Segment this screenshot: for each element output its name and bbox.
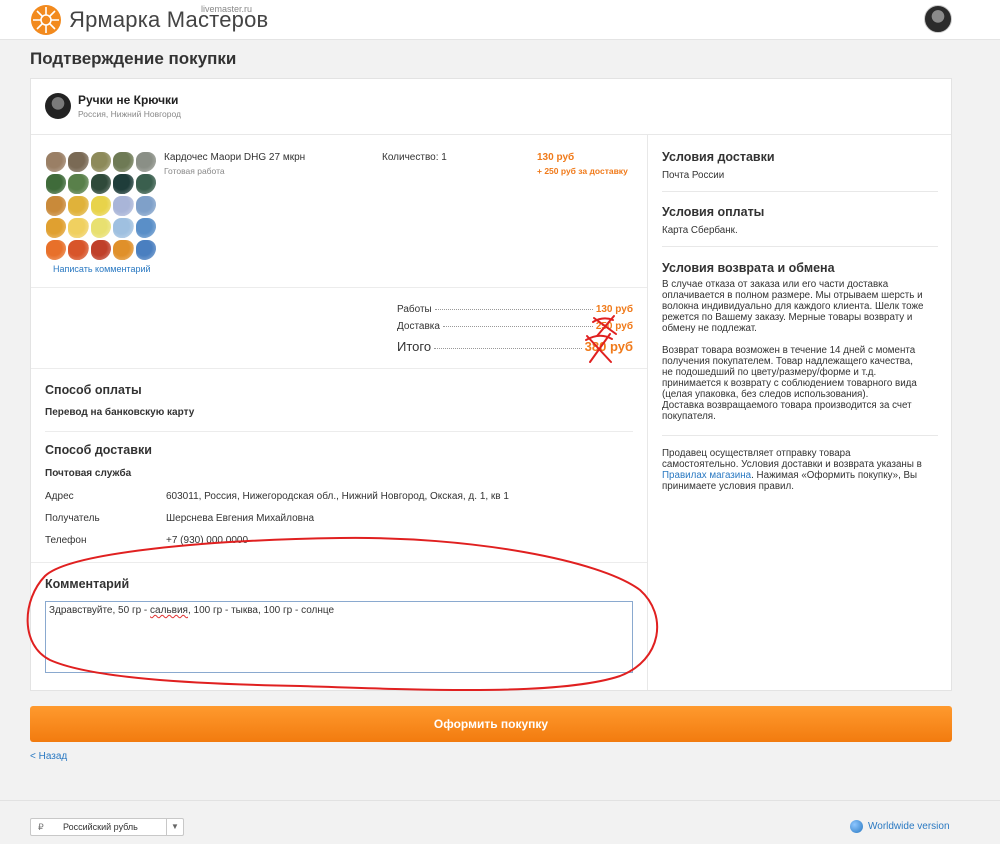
worldwide-version-link[interactable]: Worldwide version <box>850 820 950 833</box>
yarn-swatch <box>68 240 89 260</box>
yarn-swatch <box>135 240 156 260</box>
phone-label: Телефон <box>45 535 87 546</box>
comment-text-end: , 100 гр - тыква, 100 гр - солнце <box>187 605 335 616</box>
yarn-swatch <box>90 218 112 238</box>
yarn-swatch <box>68 218 89 238</box>
divider <box>662 246 938 247</box>
yarn-swatch <box>135 196 156 216</box>
payment-heading: Способ оплаты <box>45 383 142 397</box>
payment-method: Перевод на банковскую карту <box>45 407 195 418</box>
shop-rules-notice: Продавец осуществляет отправку товара са… <box>662 448 922 492</box>
footer: ₽ Российский рубль ▼ Worldwide version <box>0 800 1000 844</box>
divider <box>31 287 647 288</box>
user-avatar[interactable] <box>924 5 952 33</box>
ruble-icon: ₽ <box>38 822 44 832</box>
summary-works-label: Работы <box>397 304 432 315</box>
yarn-swatch <box>113 152 134 172</box>
top-bar: Ярмарка Мастеров livemaster.ru <box>0 0 1000 40</box>
write-comment-link[interactable]: Написать комментарий <box>53 264 151 274</box>
return-conditions-text-1: В случае отказа от заказа или его части … <box>662 279 924 334</box>
product-quantity: Количество: 1 <box>382 152 447 163</box>
yarn-swatch <box>113 174 134 194</box>
delivery-method: Почтовая служба <box>45 468 132 479</box>
yarn-swatch <box>68 196 89 216</box>
page-title: Подтверждение покупки <box>30 49 237 68</box>
payment-conditions-text: Карта Сбербанк. <box>662 225 738 236</box>
yarn-swatch <box>90 240 112 260</box>
payment-conditions-heading: Условия оплаты <box>662 205 765 219</box>
return-conditions-heading: Условия возврата и обмена <box>662 261 835 275</box>
yarn-swatch <box>135 218 156 238</box>
summary-total-row: Итого 380 руб <box>397 339 633 354</box>
yarn-swatch <box>113 240 134 260</box>
comment-misspelled-word: сальвия <box>150 605 188 616</box>
yarn-swatch <box>90 196 112 216</box>
comment-textarea[interactable]: Здравствуйте, 50 гр - сальвия, 100 гр - … <box>45 601 633 673</box>
currency-select[interactable]: ₽ Российский рубль ▼ <box>30 818 184 836</box>
seller-avatar[interactable] <box>45 93 71 119</box>
shop-rules-link[interactable]: Правилах магазина <box>662 470 751 481</box>
back-link[interactable]: < Назад <box>30 751 67 762</box>
comment-heading: Комментарий <box>45 577 130 591</box>
delivery-conditions-text: Почта России <box>662 170 725 181</box>
yarn-swatch <box>90 174 112 194</box>
seller-location: Россия, Нижний Новгород <box>78 109 181 119</box>
summary-delivery-value: 250 руб <box>595 321 633 332</box>
worldwide-version-label: Worldwide version <box>868 821 950 832</box>
recipient-value: Шерснева Евгения Михайловна <box>166 513 315 524</box>
delivery-conditions-heading: Условия доставки <box>662 150 775 164</box>
summary-works-value: 130 руб <box>595 304 633 315</box>
divider <box>31 562 647 563</box>
yarn-swatch <box>135 152 156 172</box>
address-label: Адрес <box>45 491 74 502</box>
comment-text-start: Здравствуйте, 50 гр - <box>49 605 151 616</box>
currency-selected-value: Российский рубль <box>63 822 138 832</box>
order-card: Ручки не Крючки Россия, Нижний Новгород … <box>30 78 952 691</box>
summary-delivery-row: Доставка 250 руб <box>397 321 633 332</box>
yarn-swatch <box>113 218 134 238</box>
recipient-label: Получатель <box>45 513 100 524</box>
yarn-swatch <box>46 240 67 260</box>
yarn-swatch <box>46 152 67 172</box>
summary-delivery-label: Доставка <box>397 321 440 332</box>
product-shipping-price: + 250 руб за доставку <box>537 166 628 176</box>
yarn-swatch <box>46 218 67 238</box>
delivery-heading: Способ доставки <box>45 443 152 457</box>
yarn-swatch <box>113 196 134 216</box>
checkout-button[interactable]: Оформить покупку <box>30 706 952 742</box>
column-divider <box>647 135 648 690</box>
yarn-swatch <box>90 152 112 172</box>
product-title[interactable]: Кардочес Маори DHG 27 мкрн <box>164 152 305 163</box>
summary-total-label: Итого <box>397 339 432 354</box>
logo-icon[interactable] <box>30 4 62 36</box>
divider <box>662 435 938 436</box>
divider <box>45 431 633 432</box>
return-conditions-text-2: Возврат товара возможен в течение 14 дне… <box>662 345 917 422</box>
product-subtitle: Готовая работа <box>164 166 225 176</box>
product-price: 130 руб <box>537 152 575 163</box>
brand-domain: livemaster.ru <box>201 4 253 14</box>
summary-works-row: Работы 130 руб <box>397 304 633 315</box>
divider <box>662 191 938 192</box>
summary-total-value: 380 руб <box>584 339 633 354</box>
yarn-swatch <box>135 174 156 194</box>
seller-header: Ручки не Крючки Россия, Нижний Новгород <box>31 79 951 135</box>
yarn-swatch <box>68 174 89 194</box>
address-value: 603011, Россия, Нижегородская обл., Нижн… <box>166 491 509 502</box>
divider <box>31 368 647 369</box>
product-image[interactable] <box>46 152 156 260</box>
globe-icon <box>850 820 863 833</box>
chevron-down-icon[interactable]: ▼ <box>166 819 183 835</box>
yarn-swatch <box>46 174 67 194</box>
yarn-swatch <box>46 196 67 216</box>
seller-name[interactable]: Ручки не Крючки <box>78 93 178 107</box>
yarn-swatch <box>68 152 89 172</box>
phone-value: +7 (930) 000 0000 <box>166 535 249 546</box>
